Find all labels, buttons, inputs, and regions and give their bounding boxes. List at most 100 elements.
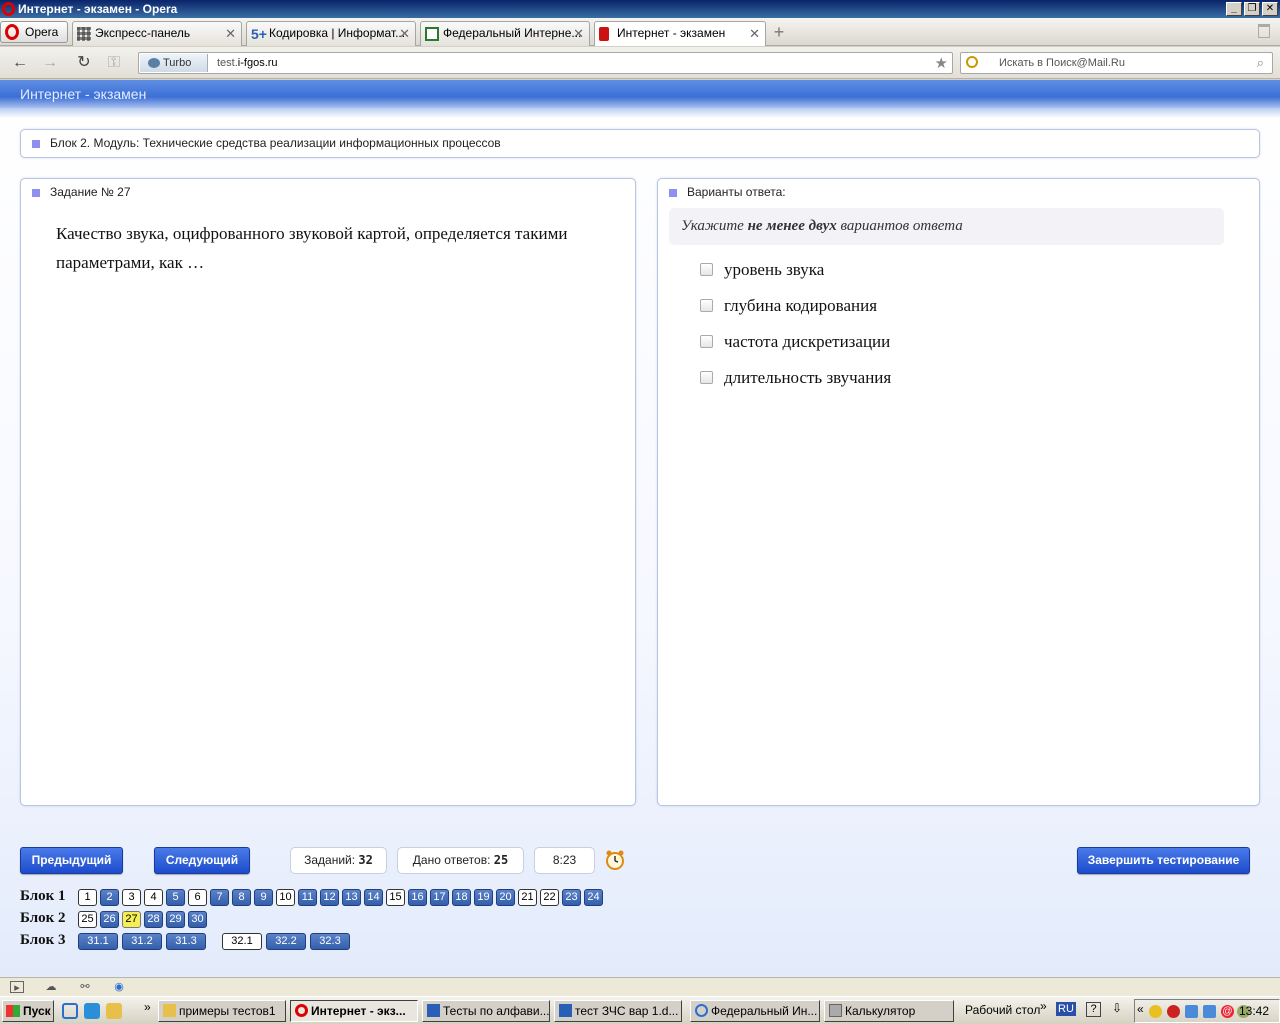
folder-icon[interactable] <box>106 1003 122 1019</box>
antivirus-icon[interactable] <box>1167 1005 1180 1018</box>
close-icon[interactable]: ✕ <box>573 22 584 45</box>
url-text[interactable]: test.i-fgos.ru <box>217 53 278 73</box>
tab-federal[interactable]: Федеральный Интерне... ✕ <box>420 21 590 46</box>
question-nav-button[interactable]: 27 <box>122 911 141 928</box>
restore-button[interactable]: ❐ <box>1244 2 1260 16</box>
question-nav-button[interactable]: 4 <box>144 889 163 906</box>
question-nav-button[interactable]: 7 <box>210 889 229 906</box>
question-nav-button[interactable]: 31.1 <box>78 933 118 950</box>
forward-button[interactable]: → <box>40 53 60 73</box>
taskbar-item[interactable]: Калькулятор <box>824 1000 954 1022</box>
trash-icon[interactable] <box>1258 24 1270 38</box>
answer-checkbox[interactable] <box>700 335 713 348</box>
ie-icon[interactable] <box>62 1003 78 1019</box>
chevron-icon[interactable]: » <box>1040 999 1047 1013</box>
taskbar-item[interactable]: Тесты по алфави... <box>422 1000 550 1022</box>
question-nav-button[interactable]: 31.2 <box>122 933 162 950</box>
search-icon[interactable]: ⌕ <box>1257 53 1264 73</box>
reload-button[interactable]: ↻ <box>74 53 94 73</box>
question-nav-button[interactable]: 28 <box>144 911 163 928</box>
turbo-button[interactable]: Turbo <box>140 54 208 72</box>
shield-icon[interactable] <box>1149 1005 1162 1018</box>
answer-option[interactable]: глубина кодирования <box>700 296 877 316</box>
question-nav-button[interactable]: 17 <box>430 889 449 906</box>
question-nav-button[interactable]: 30 <box>188 911 207 928</box>
network-icon[interactable] <box>1185 1005 1198 1018</box>
tab-speed-dial[interactable]: Экспресс-панель ✕ <box>72 21 242 46</box>
close-icon[interactable]: ✕ <box>399 22 410 45</box>
taskbar-item[interactable]: Федеральный Ин... <box>690 1000 820 1022</box>
start-button[interactable]: Пуск <box>2 1000 54 1022</box>
search-engine-icon[interactable] <box>966 56 978 68</box>
close-icon[interactable]: ✕ <box>225 22 236 45</box>
question-nav-button[interactable]: 14 <box>364 889 383 906</box>
cloud-icon[interactable]: ☁ <box>44 981 58 993</box>
question-nav-button[interactable]: 12 <box>320 889 339 906</box>
panel-toggle-icon[interactable]: ▸ <box>10 981 24 994</box>
taskbar-item[interactable]: тест ЗЧС вар 1.d... <box>554 1000 682 1022</box>
close-button[interactable]: ✕ <box>1262 2 1278 16</box>
key-icon[interactable]: ⚿ <box>104 53 124 73</box>
question-nav-button[interactable]: 32.2 <box>266 933 306 950</box>
question-nav-button[interactable]: 5 <box>166 889 185 906</box>
answer-label[interactable]: частота дискретизации <box>724 332 890 351</box>
speed-icon[interactable]: ◉ <box>112 981 126 993</box>
answer-option[interactable]: уровень звука <box>700 260 824 280</box>
tab-encoding[interactable]: 5+ Кодировка | Информат... ✕ <box>246 21 416 46</box>
finish-test-button[interactable]: Завершить тестирование <box>1077 847 1250 874</box>
question-nav-button[interactable]: 25 <box>78 911 97 928</box>
question-nav-button[interactable]: 26 <box>100 911 119 928</box>
new-tab-button[interactable]: + <box>770 23 788 41</box>
address-field[interactable]: Turbo test.i-fgos.ru ★ <box>138 52 953 74</box>
question-nav-button[interactable]: 13 <box>342 889 361 906</box>
question-nav-button[interactable]: 21 <box>518 889 537 906</box>
question-nav-button[interactable]: 3 <box>122 889 141 906</box>
back-button[interactable]: ← <box>10 53 30 73</box>
share-icon[interactable]: ⚯ <box>78 981 92 993</box>
bookmark-star-icon[interactable]: ★ <box>935 54 948 72</box>
taskbar-item[interactable]: примеры тестов1 <box>158 1000 286 1022</box>
question-nav-button[interactable]: 1 <box>78 889 97 906</box>
answer-checkbox[interactable] <box>700 371 713 384</box>
question-nav-button[interactable]: 9 <box>254 889 273 906</box>
minimize-button[interactable]: _ <box>1226 2 1242 16</box>
answer-label[interactable]: длительность звучания <box>724 368 891 387</box>
answer-checkbox[interactable] <box>700 263 713 276</box>
question-nav-button[interactable]: 32.1 <box>222 933 262 950</box>
tab-exam[interactable]: Интернет - экзамен ✕ <box>594 21 766 46</box>
chevron-icon[interactable]: » <box>144 1000 151 1014</box>
question-nav-button[interactable]: 20 <box>496 889 515 906</box>
answer-label[interactable]: уровень звука <box>724 260 824 279</box>
question-nav-button[interactable]: 10 <box>276 889 295 906</box>
search-field[interactable]: Искать в Поиск@Mail.Ru ⌕ <box>960 52 1273 74</box>
desktop-toolbar-label[interactable]: Рабочий стол <box>965 1003 1040 1017</box>
chevron-icon[interactable]: « <box>1137 1002 1144 1016</box>
question-nav-button[interactable]: 16 <box>408 889 427 906</box>
close-icon[interactable]: ✕ <box>749 22 760 45</box>
taskbar-item[interactable]: Интернет - экз... <box>290 1000 418 1022</box>
next-button[interactable]: Следующий <box>154 847 250 874</box>
question-nav-button[interactable]: 11 <box>298 889 317 906</box>
arrow-icon[interactable]: ⇩ <box>1112 1001 1122 1015</box>
question-nav-button[interactable]: 31.3 <box>166 933 206 950</box>
question-nav-button[interactable]: 18 <box>452 889 471 906</box>
answer-checkbox[interactable] <box>700 299 713 312</box>
network-icon[interactable] <box>1203 1005 1216 1018</box>
opera-menu-button[interactable]: Opera <box>0 21 68 43</box>
question-nav-button[interactable]: 19 <box>474 889 493 906</box>
question-nav-button[interactable]: 29 <box>166 911 185 928</box>
previous-button[interactable]: Предыдущий <box>20 847 123 874</box>
question-nav-button[interactable]: 6 <box>188 889 207 906</box>
answer-option[interactable]: частота дискретизации <box>700 332 890 352</box>
question-nav-button[interactable]: 22 <box>540 889 559 906</box>
language-indicator[interactable]: RU <box>1056 1002 1076 1016</box>
answer-label[interactable]: глубина кодирования <box>724 296 877 315</box>
help-icon[interactable]: ? <box>1086 1002 1101 1017</box>
question-nav-button[interactable]: 8 <box>232 889 251 906</box>
browser-icon[interactable] <box>84 1003 100 1019</box>
question-nav-button[interactable]: 24 <box>584 889 603 906</box>
mail-icon[interactable]: @ <box>1221 1005 1234 1018</box>
answer-option[interactable]: длительность звучания <box>700 368 891 388</box>
question-nav-button[interactable]: 23 <box>562 889 581 906</box>
question-nav-button[interactable]: 15 <box>386 889 405 906</box>
